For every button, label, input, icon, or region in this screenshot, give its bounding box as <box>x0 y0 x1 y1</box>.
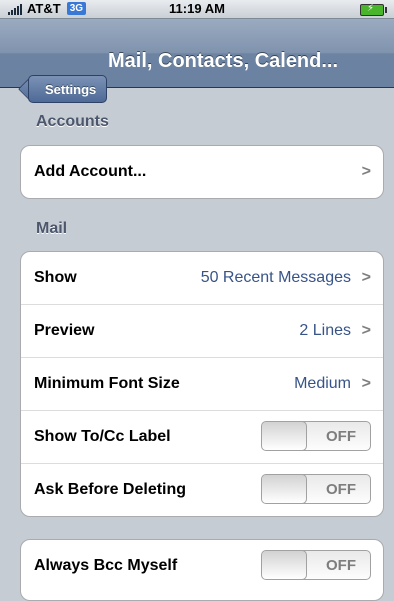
navigation-bar: Settings Mail, Contacts, Calend... <box>0 19 394 103</box>
battery-charging-icon: ⚡ <box>360 3 387 16</box>
bcc-group: Always Bcc Myself OFF <box>20 539 384 601</box>
show-value: 50 Recent Messages <box>200 269 351 286</box>
show-tocc-row: Show To/Cc Label OFF <box>21 411 383 464</box>
accounts-group: Add Account... > <box>20 145 384 199</box>
show-row[interactable]: Show 50 Recent Messages > <box>21 252 383 305</box>
chevron-right-icon: > <box>361 322 371 339</box>
add-account-row[interactable]: Add Account... > <box>21 146 383 198</box>
toggle-state: OFF <box>326 557 356 574</box>
show-tocc-label: Show To/Cc Label <box>34 428 171 445</box>
preview-label: Preview <box>34 322 95 339</box>
toggle-state: OFF <box>326 428 356 445</box>
always-bcc-row: Always Bcc Myself OFF <box>21 540 383 592</box>
toggle-thumb <box>262 422 307 450</box>
accounts-section-header: Accounts <box>36 113 109 130</box>
toggle-thumb <box>262 551 307 579</box>
minimum-font-size-row[interactable]: Minimum Font Size Medium > <box>21 358 383 411</box>
show-label: Show <box>34 269 77 286</box>
always-bcc-toggle[interactable]: OFF <box>261 550 371 580</box>
page-title: Mail, Contacts, Calend... <box>108 50 339 72</box>
toggle-thumb <box>262 475 307 503</box>
ask-before-deleting-row: Ask Before Deleting OFF <box>21 464 383 516</box>
add-account-label: Add Account... <box>34 163 147 180</box>
ask-before-deleting-label: Ask Before Deleting <box>34 481 187 498</box>
status-time: 11:19 AM <box>169 1 225 16</box>
show-tocc-toggle[interactable]: OFF <box>261 421 371 451</box>
ask-before-deleting-toggle[interactable]: OFF <box>261 474 371 504</box>
minimum-font-size-value: Medium <box>294 375 351 392</box>
chevron-right-icon: > <box>361 375 371 392</box>
chevron-right-icon: > <box>361 269 371 286</box>
minimum-font-size-label: Minimum Font Size <box>34 375 180 392</box>
toggle-state: OFF <box>326 481 356 498</box>
preview-row[interactable]: Preview 2 Lines > <box>21 305 383 358</box>
status-bar: AT&T 3G 11:19 AM ⚡ <box>0 0 394 19</box>
chevron-right-icon: > <box>361 163 371 180</box>
mail-section-header: Mail <box>36 220 68 237</box>
preview-value: 2 Lines <box>299 322 351 339</box>
mail-group: Show 50 Recent Messages > Preview 2 Line… <box>20 251 384 517</box>
back-button[interactable]: Settings <box>28 75 108 103</box>
always-bcc-label: Always Bcc Myself <box>34 557 178 574</box>
